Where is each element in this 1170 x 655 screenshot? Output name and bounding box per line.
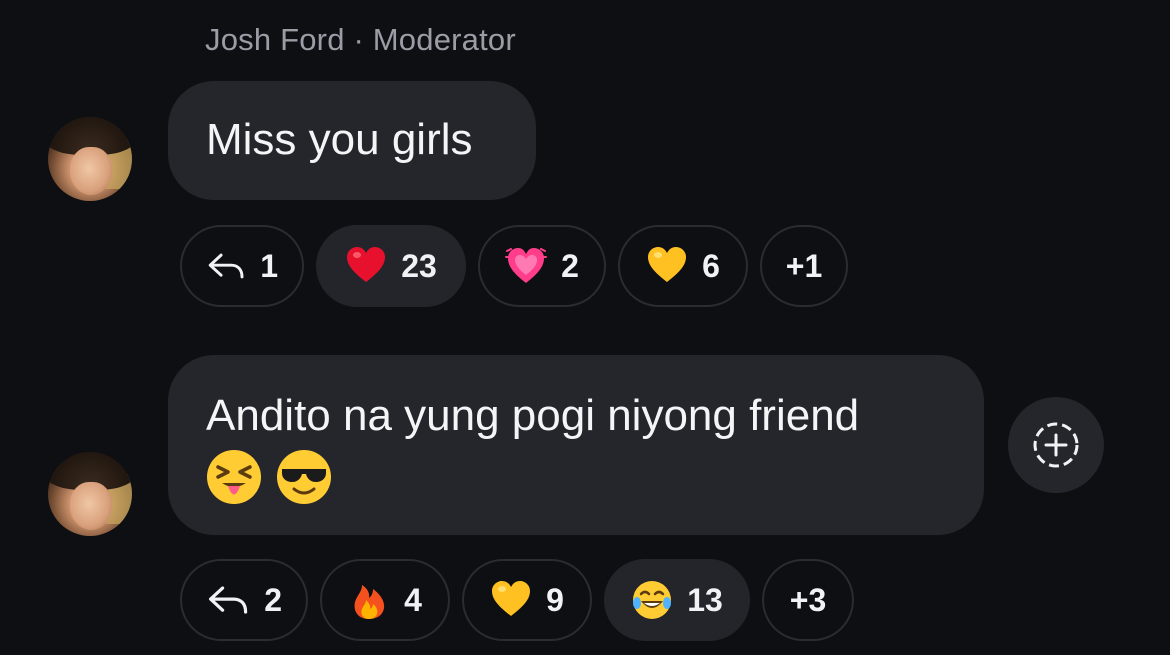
reaction-count: 23: [401, 247, 437, 284]
message-text: Miss you girls: [206, 115, 473, 164]
tears-of-joy-face-icon: [633, 581, 672, 619]
reaction-bar: 1 23 2 6 +1: [180, 225, 848, 307]
avatar[interactable]: [48, 452, 132, 536]
reaction-count: 4: [404, 581, 422, 618]
more-reactions-button[interactable]: +3: [762, 559, 854, 641]
message-text: Andito na yung pogi niyong friend: [206, 391, 860, 440]
yellow-heart-icon: [648, 247, 687, 282]
reaction-bar: 2 4 9 13 +3: [180, 559, 854, 641]
more-reactions-button[interactable]: +1: [760, 225, 848, 307]
reaction-pill[interactable]: 9: [462, 559, 592, 641]
avatar[interactable]: [48, 117, 132, 201]
reply-arrow-icon: [208, 586, 248, 614]
reaction-pill[interactable]: 13: [604, 559, 750, 641]
reply-button[interactable]: 1: [180, 225, 304, 307]
reaction-count: 13: [687, 581, 723, 618]
sunglasses-face-icon: [277, 450, 331, 504]
more-reactions-count: +3: [789, 581, 827, 618]
reaction-count: 2: [561, 247, 579, 284]
growing-heart-icon: [505, 248, 548, 283]
reaction-count: 6: [702, 247, 720, 284]
squinting-tongue-face-icon: [207, 450, 261, 504]
red-heart-icon: [347, 247, 386, 282]
reply-count: 2: [264, 581, 282, 618]
add-reaction-icon: [1033, 422, 1079, 468]
reply-count: 1: [260, 247, 278, 284]
reaction-pill[interactable]: 2: [478, 225, 606, 307]
more-reactions-count: +1: [785, 247, 823, 284]
add-reaction-button[interactable]: [1008, 397, 1104, 493]
reaction-count: 9: [546, 581, 564, 618]
yellow-heart-icon: [492, 581, 531, 616]
reply-button[interactable]: 2: [180, 559, 308, 641]
reaction-pill[interactable]: 4: [320, 559, 450, 641]
message-bubble[interactable]: Miss you girls: [168, 81, 536, 200]
reply-arrow-icon: [208, 253, 244, 279]
message-emojis: [206, 449, 946, 505]
reaction-pill[interactable]: 23: [316, 225, 466, 307]
message-bubble[interactable]: Andito na yung pogi niyong friend: [168, 355, 984, 535]
fire-icon: [354, 585, 385, 619]
reaction-pill[interactable]: 6: [618, 225, 748, 307]
sender-name: Josh Ford · Moderator: [205, 22, 516, 57]
